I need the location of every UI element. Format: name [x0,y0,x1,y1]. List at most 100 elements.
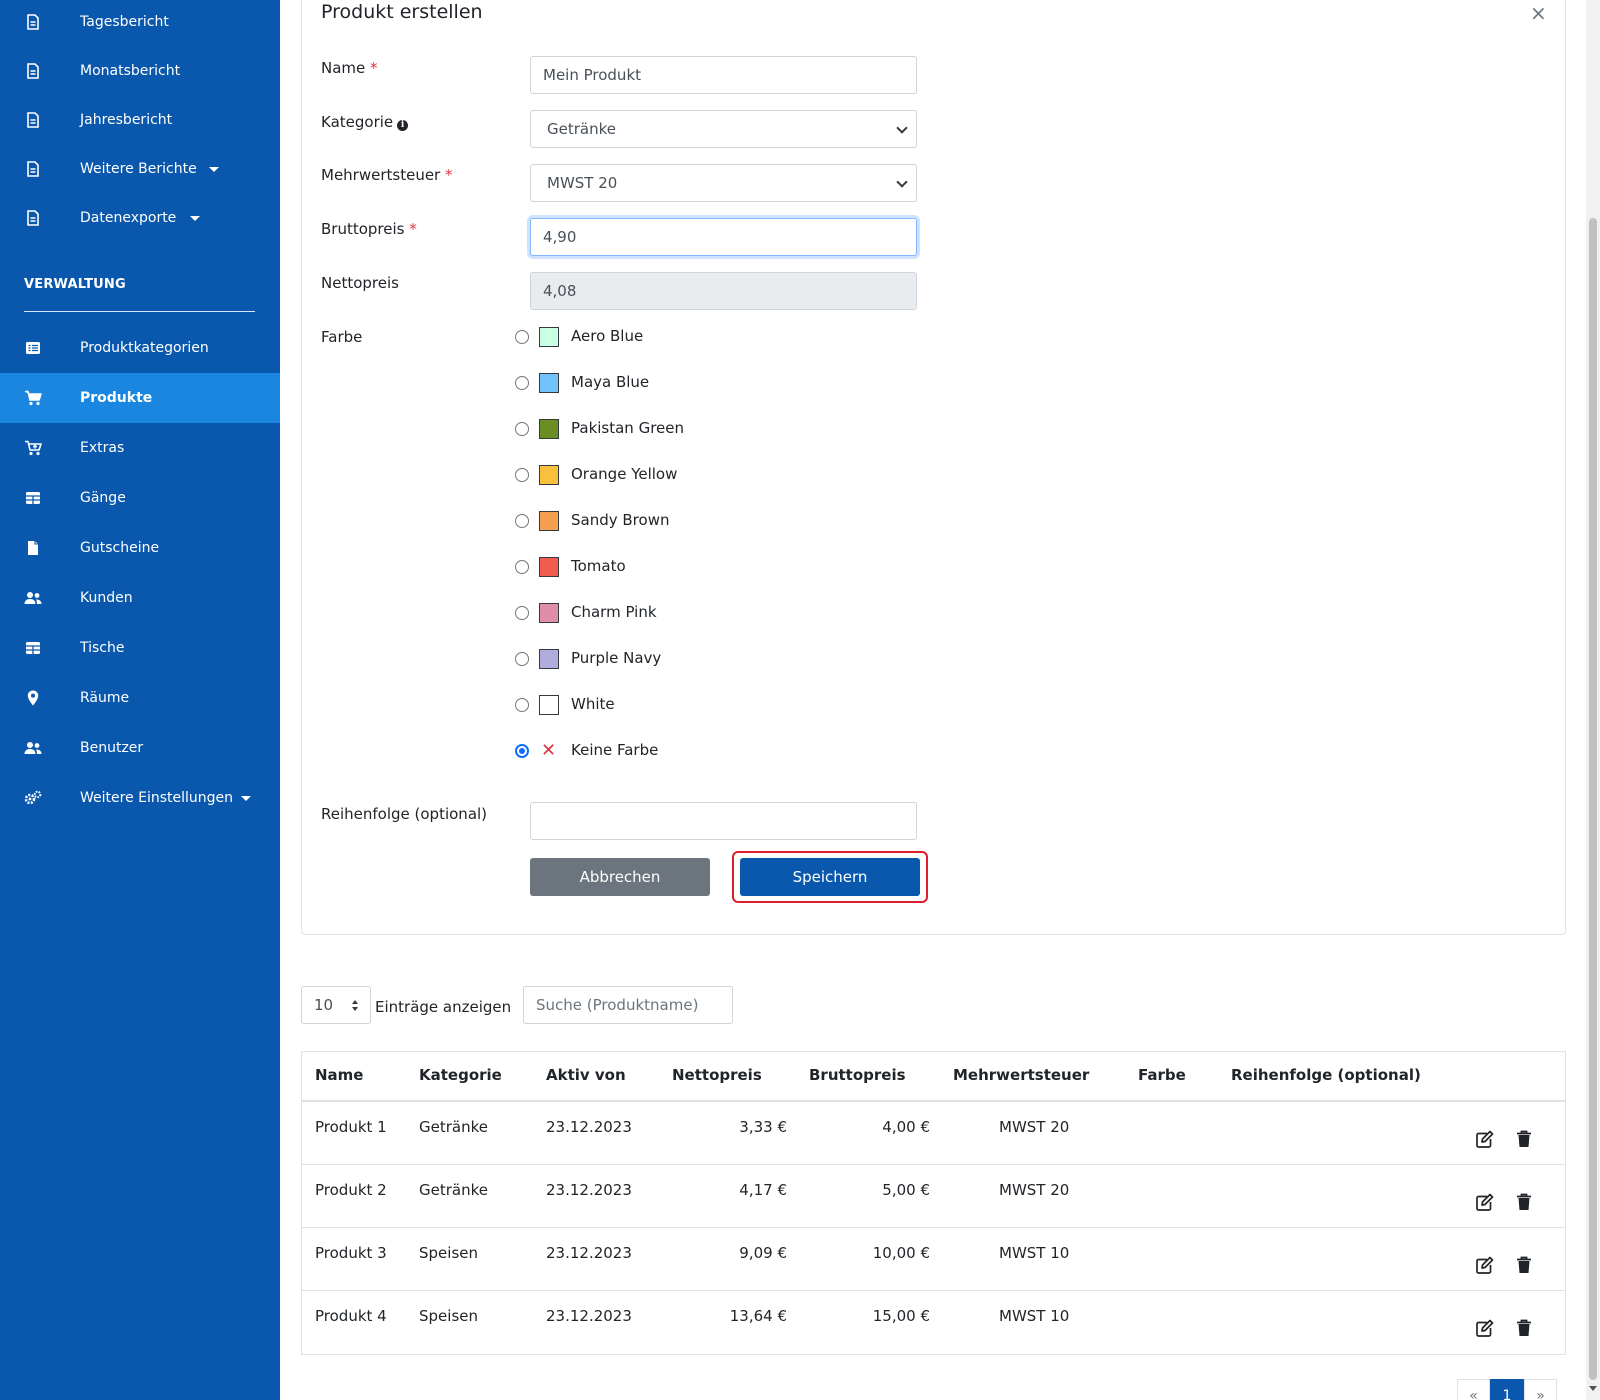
column-header-reihenfolge[interactable]: Reihenfolge (optional) [1231,1066,1421,1084]
name-label: Name * [321,59,378,77]
column-header-farbe[interactable]: Farbe [1138,1066,1186,1084]
pagination-page-1[interactable]: 1 [1490,1379,1524,1400]
sidebar-item-label: Weitere Einstellungen [80,790,234,806]
caret-up-icon [352,1000,358,1004]
caret-down-icon [209,167,219,172]
column-header-bruttopreis[interactable]: Bruttopreis [809,1066,906,1084]
cell-aktiv-von: 23.12.2023 [546,1307,632,1325]
pagination-next[interactable]: » [1524,1379,1557,1400]
sidebar-item-kunden[interactable]: Kunden [0,573,280,623]
trash-icon[interactable] [1516,1319,1536,1339]
color-option-aero-blue[interactable]: Aero Blue [515,325,815,349]
trash-icon[interactable] [1516,1130,1536,1150]
file-icon [24,110,42,130]
sidebar-item-raeume[interactable]: Räume [0,673,280,723]
reihenfolge-input[interactable] [530,802,917,840]
color-radio[interactable] [515,422,529,436]
scroll-down-icon[interactable] [1589,1386,1597,1391]
farbe-label: Farbe [321,328,363,346]
file-icon [24,159,42,179]
trash-icon[interactable] [1516,1193,1536,1213]
column-header-kategorie[interactable]: Kategorie [419,1066,502,1084]
cell-aktiv-von: 23.12.2023 [546,1181,632,1199]
cogs-icon [24,788,42,808]
sidebar-item-label: Tagesbericht [80,14,169,30]
save-button[interactable]: Speichern [740,858,920,896]
color-radio[interactable] [515,698,529,712]
color-option-sandy-brown[interactable]: Sandy Brown [515,509,815,533]
sidebar-item-gutscheine[interactable]: Gutscheine [0,523,280,573]
kategorie-selected-value: Getränke [547,120,616,138]
sidebar-item-produktkategorien[interactable]: Produktkategorien [0,323,280,373]
color-option-pakistan-green[interactable]: Pakistan Green [515,417,815,441]
column-header-nettopreis[interactable]: Nettopreis [672,1066,762,1084]
color-option-white[interactable]: White [515,693,815,717]
color-radio[interactable] [515,560,529,574]
column-header-aktiv-von[interactable]: Aktiv von [546,1066,626,1084]
sidebar-item-weitere-berichte[interactable]: Weitere Berichte [0,144,280,194]
mwst-select[interactable]: MWST 20 [530,164,917,202]
column-header-name[interactable]: Name [315,1066,363,1084]
kategorie-select[interactable]: Getränke [530,110,917,148]
users-icon [24,588,42,608]
sidebar-item-monatsbericht[interactable]: Monatsbericht [0,46,280,96]
search-input[interactable] [523,986,733,1024]
info-icon[interactable]: i [397,120,409,131]
edit-icon[interactable] [1474,1193,1494,1213]
cancel-button[interactable]: Abbrechen [530,858,710,896]
color-radio[interactable] [515,376,529,390]
table-icon [24,638,42,658]
sidebar-item-label: Kunden [80,590,133,606]
entries-length-select[interactable]: 10 [301,986,371,1024]
brutto-label: Bruttopreis * [321,220,417,238]
list-icon [24,338,42,358]
sidebar-item-datenexporte[interactable]: Datenexporte [0,193,280,243]
table-icon [24,488,42,508]
sidebar-item-tagesbericht[interactable]: Tagesbericht [0,0,280,47]
close-icon[interactable]: × [1530,3,1547,23]
sidebar-item-label: Produkte [80,390,153,406]
edit-icon[interactable] [1474,1319,1494,1339]
color-radio[interactable] [515,652,529,666]
color-radio[interactable] [515,330,529,344]
color-option-tomato[interactable]: Tomato [515,555,815,579]
netto-input [530,272,917,310]
sidebar-divider [24,311,255,312]
page-scrollbar[interactable] [1586,0,1600,1400]
caret-down-icon [190,216,200,221]
color-radio[interactable] [515,468,529,482]
sidebar-item-weitere-einstellungen[interactable]: Weitere Einstellungen [0,773,280,823]
sidebar-item-extras[interactable]: Extras [0,423,280,473]
color-swatch [539,419,559,439]
color-option-maya-blue[interactable]: Maya Blue [515,371,815,395]
column-header-mehrwertsteuer[interactable]: Mehrwertsteuer [953,1066,1089,1084]
table-row: Produkt 2 Getränke 23.12.2023 4,17 € 5,0… [302,1165,1565,1228]
color-option-keine-farbe[interactable]: ✕ Keine Farbe [515,739,815,763]
color-option-charm-pink[interactable]: Charm Pink [515,601,815,625]
color-radio[interactable] [515,606,529,620]
sidebar-item-tische[interactable]: Tische [0,623,280,673]
color-swatch [539,511,559,531]
color-swatch [539,465,559,485]
cell-aktiv-von: 23.12.2023 [546,1118,632,1136]
color-radio-checked[interactable] [515,744,529,758]
sidebar-item-produkte[interactable]: Produkte [0,373,280,423]
brutto-input[interactable] [530,218,917,256]
cell-mehrwertsteuer: MWST 20 [999,1181,1070,1199]
color-swatch [539,373,559,393]
pagination-prev[interactable]: « [1457,1379,1490,1400]
color-option-orange-yellow[interactable]: Orange Yellow [515,463,815,487]
sidebar-item-label: Extras [80,440,125,456]
sidebar-item-jahresbericht[interactable]: Jahresbericht [0,95,280,145]
trash-icon[interactable] [1516,1256,1536,1276]
name-input[interactable] [530,56,917,94]
edit-icon[interactable] [1474,1256,1494,1276]
sidebar-item-gaenge[interactable]: Gänge [0,473,280,523]
cell-mehrwertsteuer: MWST 10 [999,1244,1070,1262]
required-mark: * [445,166,453,184]
edit-icon[interactable] [1474,1130,1494,1150]
color-radio[interactable] [515,514,529,528]
scrollbar-thumb[interactable] [1589,218,1597,1380]
sidebar-item-benutzer[interactable]: Benutzer [0,723,280,773]
color-option-purple-navy[interactable]: Purple Navy [515,647,815,671]
